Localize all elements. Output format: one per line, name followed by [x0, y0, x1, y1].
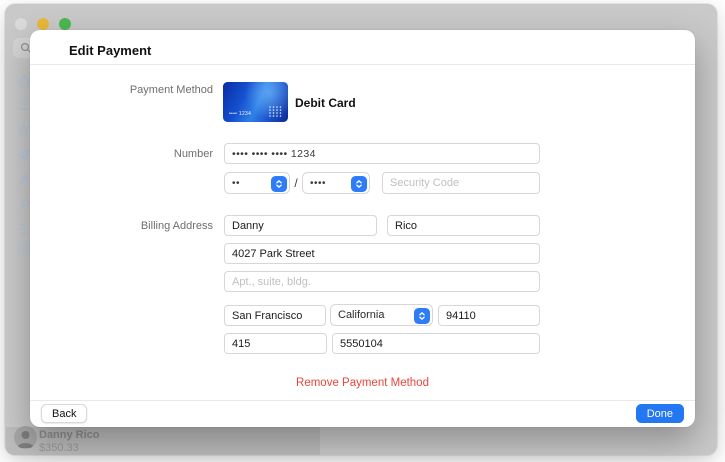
- conversation-name: Danny Rico: [39, 429, 100, 441]
- footer-divider: [30, 400, 695, 401]
- zip-field[interactable]: [438, 305, 540, 326]
- security-code-field[interactable]: [382, 172, 540, 194]
- address-line2-field[interactable]: [224, 271, 540, 292]
- expiry-year-value: ••••: [310, 177, 327, 189]
- billing-address-label: Billing Address: [140, 220, 213, 232]
- conversation-amount: $350.33: [39, 442, 79, 454]
- conversation-row[interactable]: Danny Rico $350.33: [6, 426, 320, 455]
- expiry-month-value: ••: [232, 177, 241, 189]
- debit-card-image: •••• 1234: [223, 82, 288, 122]
- stepper-icon[interactable]: [270, 175, 287, 192]
- minimize-button[interactable]: [37, 18, 49, 30]
- number-label: Number: [173, 148, 213, 160]
- area-code-field[interactable]: [224, 333, 327, 354]
- edit-payment-sheet: Edit Payment Payment Method •••• 1234 De…: [30, 30, 695, 427]
- expiry-year-select[interactable]: ••••: [302, 172, 370, 194]
- stepper-icon[interactable]: [350, 175, 367, 192]
- expiry-month-select[interactable]: ••: [224, 172, 290, 194]
- street-field[interactable]: [224, 243, 540, 264]
- card-last4: •••• 1234: [229, 111, 252, 117]
- card-type-label: Debit Card: [295, 96, 356, 110]
- card-dot-grid-icon: [269, 106, 282, 117]
- last-name-field[interactable]: [387, 215, 540, 236]
- first-name-field[interactable]: [224, 215, 377, 236]
- stepper-icon[interactable]: [413, 307, 430, 324]
- state-value: California: [338, 309, 385, 321]
- title-divider: [30, 64, 695, 65]
- screen: Danny Rico $350.33 Edit Payment Payment …: [0, 0, 725, 462]
- payment-method-label: Payment Method: [129, 84, 213, 96]
- sheet-title: Edit Payment: [69, 43, 152, 58]
- done-button[interactable]: Done: [635, 404, 684, 423]
- expiry-slash: /: [294, 176, 298, 190]
- avatar: [14, 426, 37, 449]
- state-select[interactable]: California: [330, 304, 433, 326]
- city-field[interactable]: [224, 305, 326, 326]
- back-button[interactable]: Back: [41, 404, 88, 423]
- card-number-field[interactable]: [224, 143, 540, 164]
- zoom-button[interactable]: [59, 18, 71, 30]
- remove-payment-method-button[interactable]: Remove Payment Method: [30, 377, 695, 389]
- phone-field[interactable]: [332, 333, 540, 354]
- close-button[interactable]: [15, 18, 27, 30]
